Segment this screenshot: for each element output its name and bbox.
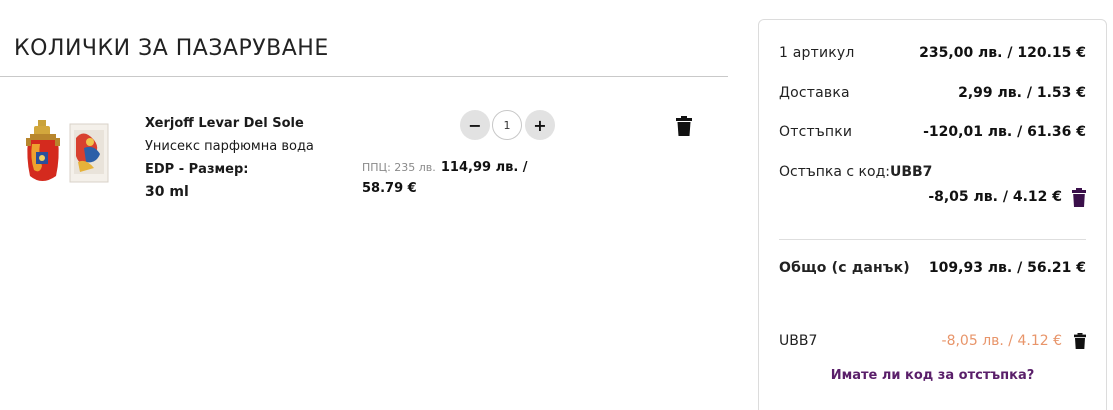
quantity-value[interactable]: 1 (492, 110, 522, 140)
trash-icon[interactable] (676, 116, 692, 136)
discounts-label: Отстъпки (779, 124, 853, 140)
title-divider (0, 76, 728, 77)
coupon-discount-value: -8,05 лв. / 4.12 € (928, 189, 1062, 205)
applied-code-name: UBB7 (779, 333, 818, 349)
delivery-value: 2,99 лв. / 1.53 € (958, 85, 1086, 101)
trash-icon[interactable] (1072, 187, 1086, 207)
coupon-value-row: -8,05 лв. / 4.12 € (928, 186, 1086, 208)
summary-items-row: 1 артикул 235,00 лв. / 120.15 € (779, 42, 1086, 64)
summary-total-row: Общо (с данък) 109,93 лв. / 56.21 € (779, 257, 1086, 279)
product-subtype: Унисекс парфюмна вода (145, 139, 314, 154)
applied-code-right: -8,05 лв. / 4.12 € (942, 333, 1086, 349)
promo-code-link[interactable]: Имате ли код за отстъпка? (759, 368, 1106, 383)
coupon-code: UBB7 (889, 164, 933, 180)
total-value: 109,93 лв. / 56.21 € (928, 260, 1086, 276)
price-bgn: 114,99 лв. / (440, 160, 528, 175)
summary-discounts-row: Отстъпки -120,01 лв. / 61.36 € (779, 121, 1086, 143)
product-info: Xerjoff Levar Del Sole Унисекс парфюмна … (145, 112, 355, 204)
size-prefix: EDP - Размер: (145, 162, 249, 177)
trash-icon[interactable] (1074, 333, 1086, 349)
applied-code-row: UBB7 -8,05 лв. / 4.12 € (779, 330, 1086, 352)
delivery-label: Доставка (779, 85, 850, 101)
increase-quantity-button[interactable]: + (525, 110, 555, 140)
product-image[interactable] (24, 118, 116, 190)
price-eur: 58.79 € (362, 181, 417, 196)
summary-divider (779, 239, 1086, 240)
decrease-quantity-button[interactable]: − (460, 110, 490, 140)
product-size: EDP - Размер: 30 ml (145, 158, 355, 204)
price-block: ППЦ: 235 лв. 114,99 лв. / 58.79 € (362, 155, 562, 199)
coupon-label: Остъпка с код: (779, 164, 890, 180)
summary-delivery-row: Доставка 2,99 лв. / 1.53 € (779, 82, 1086, 104)
applied-code-discount: -8,05 лв. / 4.12 € (941, 333, 1062, 349)
total-label: Общо (с данък) (779, 260, 910, 276)
page-title: КОЛИЧКИ ЗА ПАЗАРУВАНЕ (14, 36, 329, 61)
items-total-value: 235,00 лв. / 120.15 € (919, 45, 1086, 61)
discounts-value: -120,01 лв. / 61.36 € (923, 124, 1086, 140)
rrp-price: ППЦ: 235 лв. (362, 161, 436, 174)
order-summary: 1 артикул 235,00 лв. / 120.15 € Доставка… (758, 19, 1107, 410)
quantity-stepper: − 1 + (460, 110, 556, 140)
items-count-label: 1 артикул (779, 45, 855, 61)
product-name[interactable]: Xerjoff Levar Del Sole (145, 112, 355, 135)
size-value: 30 ml (145, 184, 189, 200)
coupon-row-label: Остъпка с код:UBB7 (779, 164, 932, 180)
